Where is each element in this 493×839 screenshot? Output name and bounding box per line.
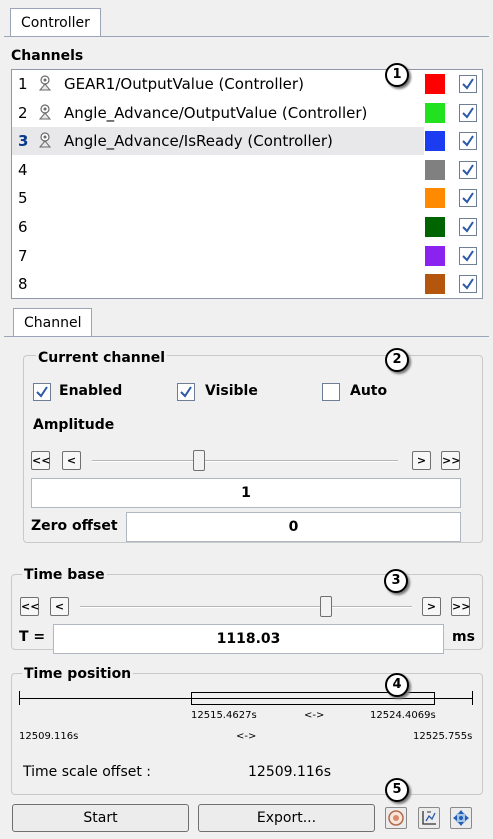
visible-label: Visible [205,383,258,399]
tab-divider [4,36,489,37]
window-arrow: <-> [304,710,325,721]
tab-channel[interactable]: Channel [13,308,93,336]
enabled-label: Enabled [59,383,123,399]
channel-row[interactable]: 3 Angle_Advance/IsReady (Controller) [12,127,482,156]
channel-visible-checkbox[interactable] [459,218,477,236]
time-base-last-button[interactable]: >> [451,597,470,616]
channel-row-number: 5 [18,189,28,208]
amplitude-input[interactable]: 1 [31,478,461,508]
time-base-title: Time base [22,567,107,583]
visible-checkbox[interactable] [177,383,195,401]
channel-color-swatch[interactable] [425,245,445,266]
start-button[interactable]: Start [12,804,189,832]
channel-row-label: Angle_Advance/OutputValue (Controller) [64,103,368,122]
amplitude-last-button[interactable]: >> [441,451,460,470]
time-base-input[interactable]: 1118.03 [53,624,444,654]
amplitude-prev-button[interactable]: < [62,451,81,470]
time-base-slider-track[interactable] [80,606,412,608]
current-channel-title: Current channel [36,350,168,366]
channel-row-number: 7 [18,246,28,265]
enabled-checkbox[interactable] [33,383,51,401]
scale-offset-label: Time scale offset : [23,764,152,780]
time-base-prev-button[interactable]: < [50,597,69,616]
amplitude-next-button[interactable]: > [412,451,431,470]
channel-row-number: 2 [18,103,28,122]
channel-color-swatch[interactable] [425,188,445,209]
amplitude-slider-track[interactable] [92,460,398,462]
channel-row[interactable]: 1 GEAR1/OutputValue (Controller) [12,70,482,98]
channel-visible-checkbox[interactable] [459,132,477,151]
signal-node-icon [37,132,53,148]
callout-5: 5 [385,778,409,802]
record-button[interactable] [385,807,407,829]
channel-visible-checkbox[interactable] [459,189,477,208]
signal-node-icon [37,103,53,120]
channel-row-number: 6 [18,218,28,236]
signal-node-icon [37,75,53,91]
time-base-t-label: T = [19,629,46,645]
amplitude-label: Amplitude [33,417,115,433]
channel-color-swatch[interactable] [425,102,445,123]
channel-row-label: Angle_Advance/IsReady (Controller) [64,132,333,151]
window-start-label: 12515.4627s [191,710,257,721]
auto-label: Auto [350,383,388,399]
timeline-start-tick [19,691,20,705]
channel-visible-checkbox[interactable] [459,75,477,93]
channel-color-swatch[interactable] [425,74,445,94]
amplitude-first-button[interactable]: << [31,451,50,470]
channel-row-number: 4 [18,160,28,179]
channel-row[interactable]: 4 [12,156,482,184]
time-base-next-button[interactable]: > [422,597,441,616]
channel-row-number: 1 [18,75,28,93]
tab-controller[interactable]: Controller [10,8,101,36]
auto-checkbox[interactable] [322,383,340,401]
time-position-title: Time position [22,666,134,682]
channel-row[interactable]: 7 [12,242,482,270]
amplitude-slider-thumb[interactable] [193,450,206,471]
timeline-end-tick [472,691,473,705]
zero-offset-input[interactable]: 0 [126,512,461,542]
channel-color-swatch[interactable] [425,131,445,152]
channel-row-number: 8 [18,275,28,294]
channel-list[interactable]: 1 GEAR1/OutputValue (Controller) 2 Angle_Ad… [11,69,483,299]
callout-3: 3 [384,569,408,593]
channel-visible-checkbox[interactable] [459,246,477,265]
channel-row[interactable]: 8 [12,270,482,298]
channel-visible-checkbox[interactable] [459,160,477,179]
move-button[interactable] [450,807,472,829]
channel-visible-checkbox[interactable] [459,103,477,122]
channel-color-swatch[interactable] [425,159,445,180]
time-base-first-button[interactable]: << [20,597,39,616]
axes-button[interactable] [418,807,440,829]
channel-row[interactable]: 2 Angle_Advance/OutputValue (Controller) [12,99,482,127]
export-button[interactable]: Export... [198,804,375,832]
time-base-slider-thumb[interactable] [319,596,332,617]
channel-color-swatch[interactable] [425,217,445,237]
range-start-label: 12509.116s [19,731,79,742]
channel-row-number: 3 [18,132,29,151]
tab-divider [4,336,489,337]
callout-2: 2 [385,348,409,372]
window-end-label: 12524.4069s [370,710,436,721]
time-base-unit: ms [452,629,475,645]
channels-heading: Channels [11,48,84,64]
callout-1: 1 [385,63,409,87]
zero-offset-label: Zero offset [31,518,118,534]
range-end-label: 12525.755s [413,731,473,742]
channel-row[interactable]: 6 [12,213,482,241]
channel-visible-checkbox[interactable] [459,275,477,294]
scale-offset-value: 12509.116s [248,764,332,780]
range-arrow: <-> [236,731,257,742]
channel-row-label: GEAR1/OutputValue (Controller) [64,75,304,93]
channel-color-swatch[interactable] [425,274,445,295]
channel-row[interactable]: 5 [12,184,482,212]
callout-4: 4 [385,673,409,697]
